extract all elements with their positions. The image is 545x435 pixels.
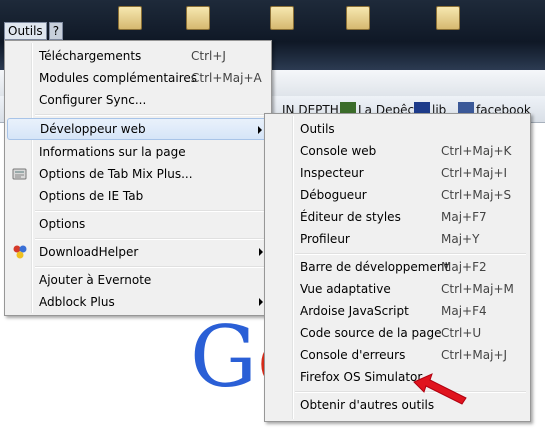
menu-item-label: Code source de la page: [300, 326, 442, 340]
menu-item-javascript-scratchpad[interactable]: Ardoise JavaScript Maj+F4: [267, 300, 528, 322]
tools-menu: Téléchargements Ctrl+J Modules complémen…: [4, 40, 272, 316]
menu-item-label: Console web: [300, 144, 377, 158]
menu-item-label: Téléchargements: [39, 49, 142, 63]
submenu-arrow-icon: [258, 126, 262, 134]
menu-item-label: Profileur: [300, 232, 350, 246]
menu-item-label: Outils: [300, 122, 335, 136]
menu-item-shortcut: Maj+F4: [441, 304, 487, 318]
menubar-item-tools[interactable]: Outils: [4, 22, 47, 40]
menu-item-get-more-tools[interactable]: Obtenir d'autres outils: [267, 394, 528, 416]
menu-bar: Outils ?: [0, 22, 64, 40]
menu-item-page-info[interactable]: Informations sur la page: [7, 141, 269, 163]
red-arrow-annotation: [413, 373, 467, 405]
menu-item-label: Options: [39, 217, 86, 231]
menu-item-style-editor[interactable]: Éditeur de styles Maj+F7: [267, 206, 528, 228]
folder-icon: [346, 6, 370, 30]
menu-item-label: Modules complémentaires: [39, 71, 198, 85]
tab-mix-plus-icon: [12, 166, 28, 182]
menu-item-label: Firefox OS Simulator: [300, 370, 423, 384]
menu-separator: [35, 210, 267, 212]
menu-item-label: Console d'erreurs: [300, 348, 406, 362]
menu-item-label: Vue adaptative: [300, 282, 391, 296]
menu-item-shortcut: Maj+Y: [441, 232, 480, 246]
menu-item-shortcut: Ctrl+Maj+K: [441, 144, 512, 158]
menu-item-shortcut: Ctrl+Maj+M: [441, 282, 514, 296]
menu-item-shortcut: Ctrl+Maj+J: [441, 348, 508, 362]
menu-item-web-console[interactable]: Console web Ctrl+Maj+K: [267, 140, 528, 162]
menu-item-configure-sync[interactable]: Configurer Sync...: [7, 89, 269, 111]
menu-separator: [35, 266, 267, 268]
downloadhelper-icon: [12, 244, 28, 260]
menu-item-label: Développeur web: [40, 122, 146, 136]
menu-item-label: Adblock Plus: [39, 295, 115, 309]
menu-item-shortcut: Ctrl+Maj+S: [441, 188, 512, 202]
menubar-item-help[interactable]: ?: [48, 22, 64, 40]
menu-item-label: Débogueur: [300, 188, 367, 202]
menu-item-options[interactable]: Options: [7, 213, 269, 235]
menu-item-shortcut: Ctrl+Maj+I: [441, 166, 508, 180]
menu-item-label: Configurer Sync...: [39, 93, 147, 107]
folder-icon: [186, 6, 210, 30]
menu-item-responsive-view[interactable]: Vue adaptative Ctrl+Maj+M: [267, 278, 528, 300]
menu-item-label: Informations sur la page: [39, 145, 186, 159]
menu-item-shortcut: Ctrl+Maj+A: [191, 71, 262, 85]
menu-item-label: Ajouter à Evernote: [39, 273, 152, 287]
menu-item-shortcut: Maj+F2: [441, 260, 487, 274]
menu-item-tools[interactable]: Outils: [267, 118, 528, 140]
menu-item-label: Inspecteur: [300, 166, 364, 180]
menu-separator: [295, 253, 526, 255]
folder-icon: [436, 6, 460, 30]
menu-item-web-developer[interactable]: Développeur web: [7, 118, 269, 140]
submenu-arrow-icon: [259, 248, 263, 256]
menu-item-label: DownloadHelper: [39, 245, 139, 259]
menu-item-tab-mix-plus-options[interactable]: Options de Tab Mix Plus...: [7, 163, 269, 185]
menu-item-label: Options de Tab Mix Plus...: [39, 167, 193, 181]
menu-item-label: Barre de développement: [300, 260, 450, 274]
menu-item-debugger[interactable]: Débogueur Ctrl+Maj+S: [267, 184, 528, 206]
submenu-arrow-icon: [259, 298, 263, 306]
menu-item-inspector[interactable]: Inspecteur Ctrl+Maj+I: [267, 162, 528, 184]
menu-item-shortcut: Maj+F7: [441, 210, 487, 224]
menu-item-profiler[interactable]: Profileur Maj+Y: [267, 228, 528, 250]
menu-item-add-to-evernote[interactable]: Ajouter à Evernote: [7, 269, 269, 291]
menu-item-downloads[interactable]: Téléchargements Ctrl+J: [7, 45, 269, 67]
menu-item-developer-toolbar[interactable]: Barre de développement Maj+F2: [267, 256, 528, 278]
menu-separator: [35, 238, 267, 240]
folder-icon: [118, 6, 142, 30]
web-developer-submenu: Outils Console web Ctrl+Maj+K Inspecteur…: [264, 113, 531, 422]
menu-item-label: Ardoise JavaScript: [300, 304, 409, 318]
menu-item-page-source[interactable]: Code source de la page Ctrl+U: [267, 322, 528, 344]
menu-item-addons[interactable]: Modules complémentaires Ctrl+Maj+A: [7, 67, 269, 89]
menu-item-adblock-plus[interactable]: Adblock Plus: [7, 291, 269, 313]
menu-item-shortcut: Ctrl+J: [191, 49, 226, 63]
menu-item-shortcut: Ctrl+U: [441, 326, 482, 340]
menu-item-label: Éditeur de styles: [300, 210, 401, 224]
menu-item-error-console[interactable]: Console d'erreurs Ctrl+Maj+J: [267, 344, 528, 366]
menu-item-downloadhelper[interactable]: DownloadHelper: [7, 241, 269, 263]
menu-item-firefox-os-simulator[interactable]: Firefox OS Simulator: [267, 366, 528, 388]
menu-item-ie-tab-options[interactable]: Options de IE Tab: [7, 185, 269, 207]
folder-icon: [270, 6, 294, 30]
menu-item-label: Options de IE Tab: [39, 189, 144, 203]
menu-separator: [35, 114, 267, 116]
